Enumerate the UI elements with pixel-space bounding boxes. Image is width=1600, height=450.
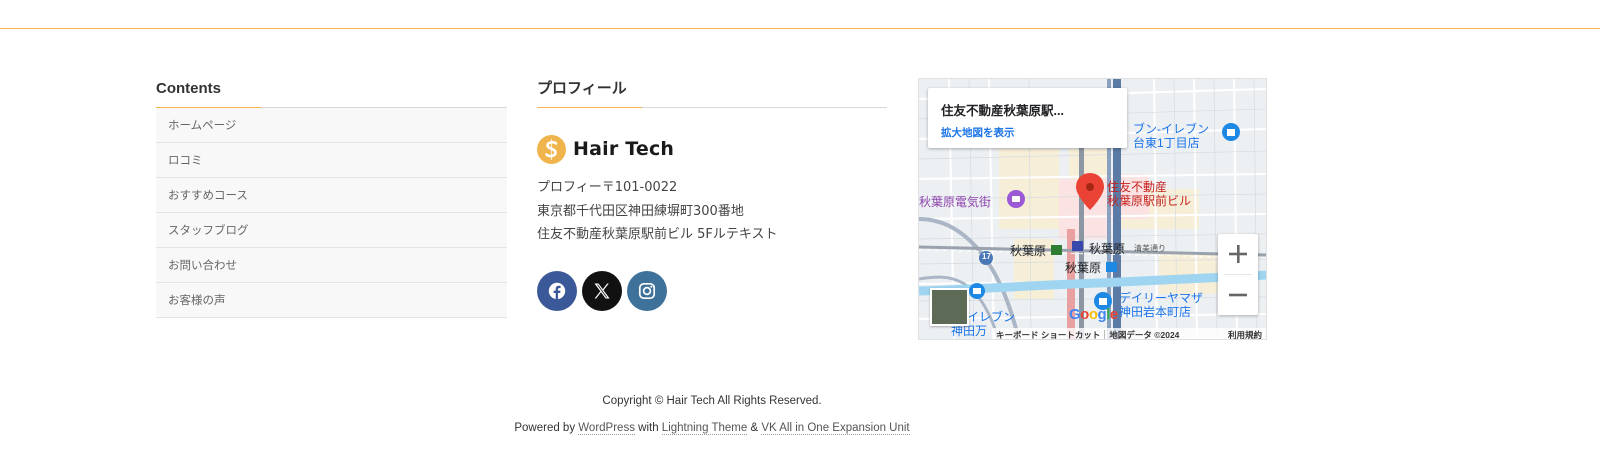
facebook-icon	[548, 282, 566, 300]
google-logo: Google	[1069, 306, 1118, 323]
address-line: 住友不動産秋葉原駅前ビル 5Fルテキスト	[537, 227, 778, 242]
nav-item-reviews[interactable]: ロコミ	[156, 143, 507, 178]
terms-link[interactable]: 利用規約	[1224, 329, 1266, 339]
zoom-out-button[interactable]	[1218, 275, 1258, 315]
address-line: 東京都千代田区神田練塀町300番地	[537, 203, 744, 219]
lightning-theme-link[interactable]: Lightning Theme	[661, 422, 748, 435]
powered-prefix: Powered by	[514, 422, 579, 434]
map-label-route: 17	[982, 252, 991, 261]
view-larger-map-link[interactable]: 拡大地図を表示	[941, 125, 1127, 140]
contents-title: Contents	[156, 76, 507, 108]
map-attribution-bar: キーボード ショートカット 地図データ ©2024 利用規約	[992, 328, 1266, 340]
map-label-marker-2: 秋葉原駅前ビル	[1107, 194, 1192, 208]
map-label-akiba-tx: 秋葉原	[1089, 242, 1126, 256]
contents-widget: Contents ホームページ ロコミ おすすめコース スタッフブログ お問い合…	[156, 76, 507, 318]
map-label-denkigai: 秋葉原電気街	[919, 195, 992, 209]
instagram-icon	[638, 282, 656, 300]
map-zoom-controls	[1218, 234, 1258, 315]
profile-title: プロフィール	[537, 76, 887, 108]
nav-item-recommended-course[interactable]: おすすめコース	[156, 178, 507, 213]
copyright-text: Copyright © Hair Tech All Rights Reserve…	[602, 395, 822, 407]
map-label-akiba-jr: 秋葉原	[1010, 244, 1047, 258]
site-logo[interactable]: Hair Tech	[537, 134, 674, 164]
powered-with: with	[634, 422, 662, 434]
zoom-in-button[interactable]	[1218, 234, 1258, 274]
logo-mark-icon	[537, 134, 566, 164]
address-line: プロフィー〒101-0022	[537, 180, 678, 195]
profile-title-text: プロフィール	[537, 80, 627, 97]
contents-nav: ホームページ ロコミ おすすめコース スタッフブログ お問い合わせ お客様の声	[156, 108, 507, 318]
top-divider	[0, 28, 1600, 29]
instagram-button[interactable]	[627, 271, 667, 311]
title-accent-line	[537, 107, 642, 108]
map-label-daily-2: 神田岩本町店	[1119, 305, 1192, 319]
nav-item-home[interactable]: ホームページ	[156, 108, 507, 143]
x-twitter-icon	[594, 283, 610, 299]
map-label-akiba-metro: 秋葉原	[1065, 261, 1102, 275]
google-map[interactable]: 17 住友不動産 秋葉原駅前ビル ブン-イレブン 台東1丁目店 秋葉原電気街 秋…	[918, 78, 1267, 340]
nav-item-staff-blog[interactable]: スタッフブログ	[156, 213, 507, 248]
map-place-title: 住友不動産秋葉原駅...	[941, 104, 1064, 118]
social-links	[537, 271, 667, 311]
map-label-seven-1b: 台東1丁目店	[1133, 136, 1200, 150]
wordpress-link[interactable]: WordPress	[578, 422, 635, 435]
powered-by-line: Powered by WordPress with Lightning Them…	[0, 422, 1424, 435]
satellite-toggle-thumbnail[interactable]	[930, 288, 969, 326]
keyboard-shortcuts-link[interactable]: キーボード ショートカット	[992, 329, 1104, 339]
facebook-button[interactable]	[537, 271, 577, 311]
map-data-text: 地図データ ©2024	[1109, 330, 1180, 340]
map-place-card: 住友不動産秋葉原駅... 拡大地図を表示	[928, 88, 1127, 148]
title-accent-line	[156, 107, 261, 108]
minus-icon	[1229, 293, 1247, 297]
nav-item-contact[interactable]: お問い合わせ	[156, 248, 507, 283]
map-label-seiyu: 清美通り	[1134, 244, 1166, 253]
nav-item-testimonials[interactable]: お客様の声	[156, 283, 507, 318]
logo-text: Hair Tech	[573, 138, 675, 160]
address-block: プロフィー〒101-0022 東京都千代田区神田練塀町300番地 住友不動産秋葉…	[537, 176, 778, 247]
contents-title-text: Contents	[156, 80, 221, 97]
plus-icon	[1229, 245, 1247, 263]
powered-amp: &	[747, 422, 762, 434]
vk-expansion-unit-link[interactable]: VK All in One Expansion Unit	[761, 422, 910, 435]
x-twitter-button[interactable]	[582, 271, 622, 311]
profile-widget: プロフィール Hair Tech プロフィー〒101-0022 東京都千代田区神…	[537, 76, 887, 311]
